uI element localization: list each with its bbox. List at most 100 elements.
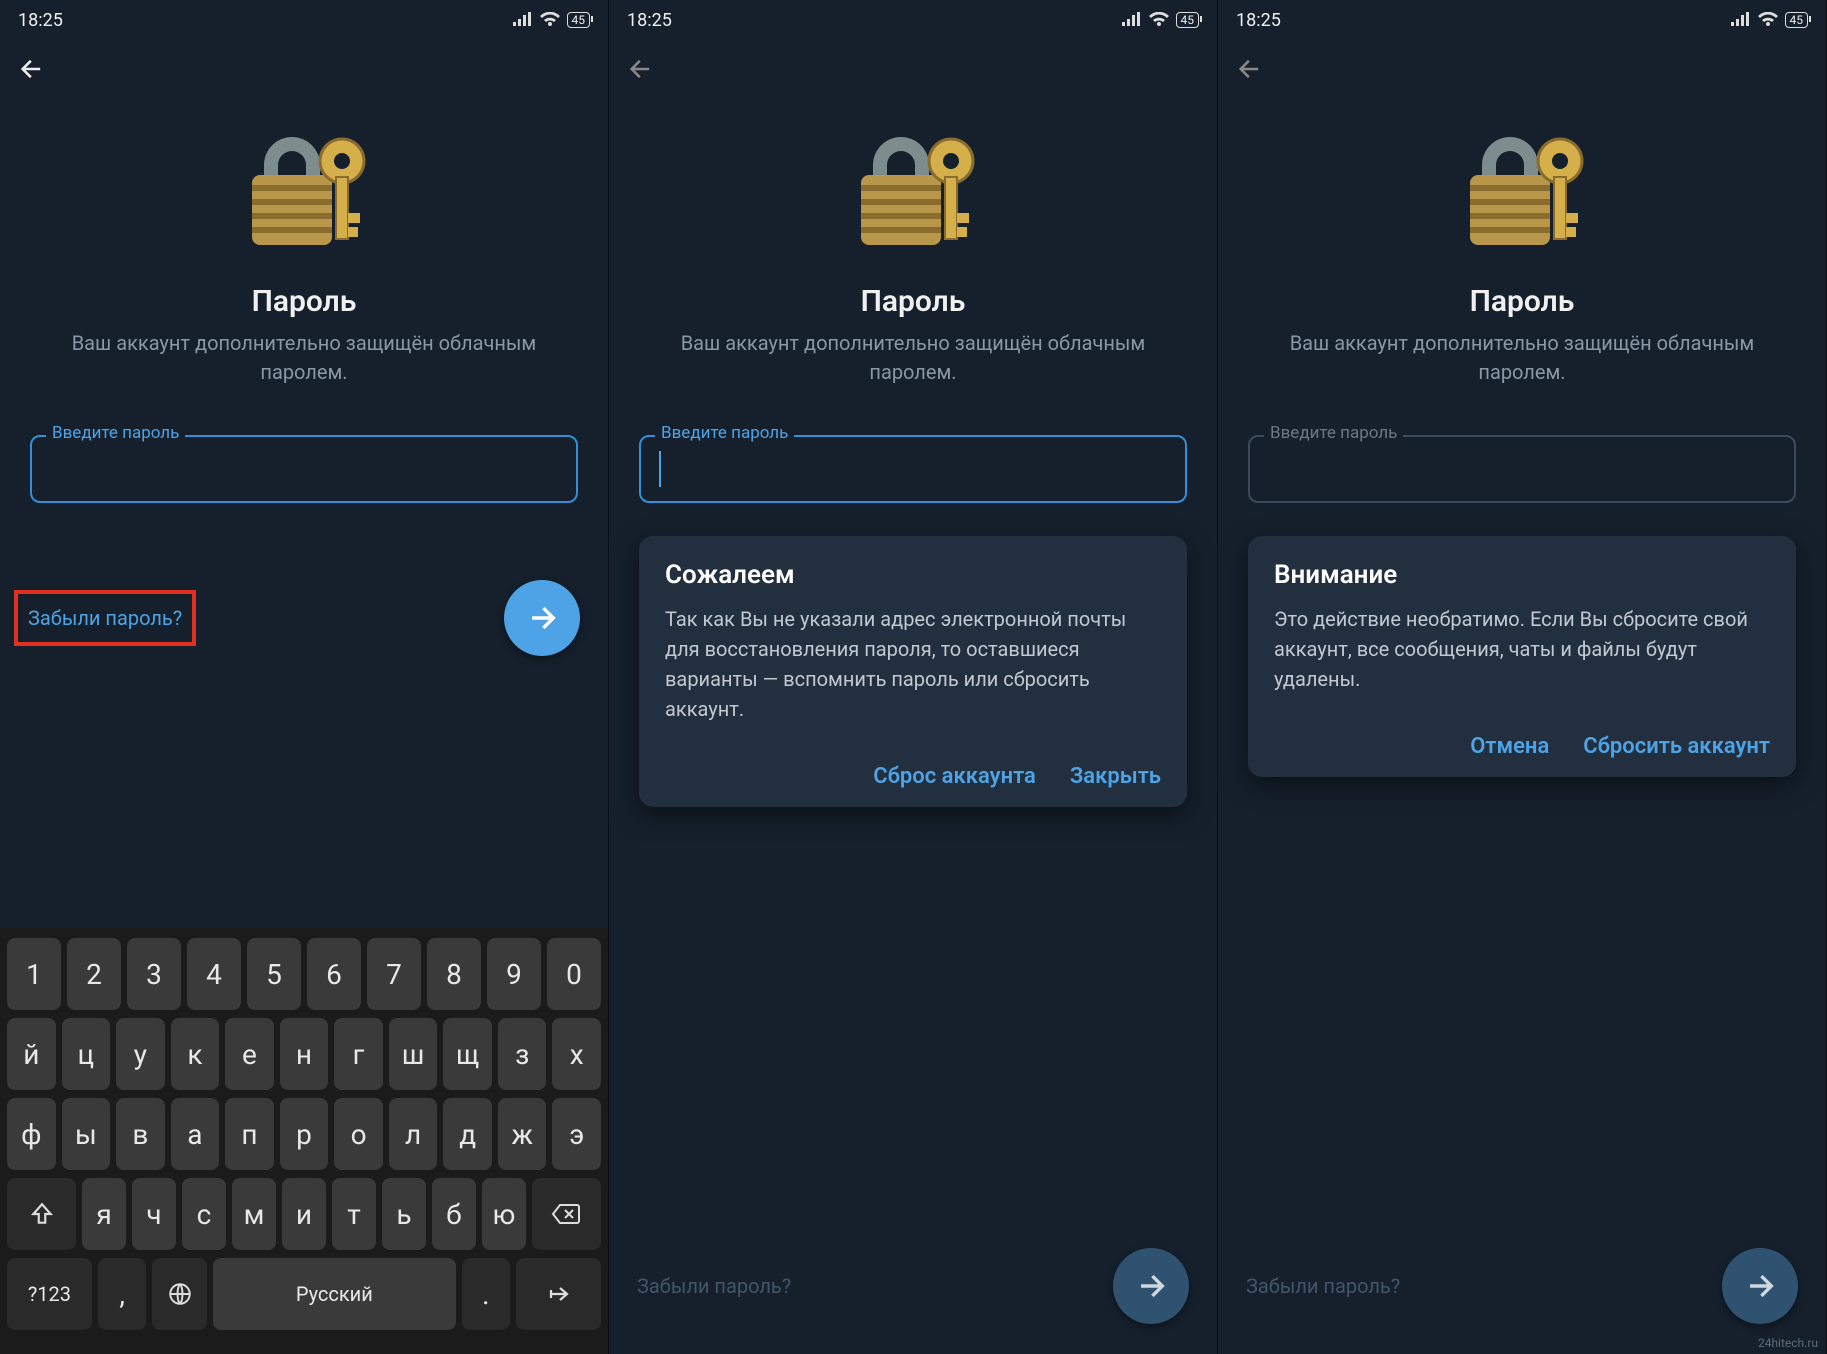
key-щ[interactable]: щ	[443, 1018, 492, 1090]
back-icon[interactable]	[1236, 55, 1264, 83]
battery-icon: 45	[1176, 12, 1200, 28]
key-а[interactable]: а	[171, 1098, 220, 1170]
key-е[interactable]: е	[225, 1018, 274, 1090]
status-icons: 45	[1729, 12, 1809, 28]
battery-icon: 45	[1785, 12, 1809, 28]
enter-icon	[544, 1282, 574, 1306]
screen-sorry-dialog: 18:25 45 Пароль Ваш аккаунт дополнительн…	[609, 0, 1218, 1354]
cancel-button[interactable]: Отмена	[1470, 734, 1549, 759]
lock-key-icon	[828, 100, 998, 270]
key-и[interactable]: и	[282, 1178, 326, 1250]
globe-key[interactable]	[152, 1258, 207, 1330]
enter-key[interactable]	[516, 1258, 601, 1330]
key-я[interactable]: я	[82, 1178, 126, 1250]
screen-warning-dialog: 18:25 45 Пароль Ваш аккаунт дополнительн…	[1218, 0, 1827, 1354]
dialog-body: Это действие необратимо. Если Вы сбросит…	[1274, 604, 1770, 694]
key-р[interactable]: р	[280, 1098, 329, 1170]
warning-dialog: Внимание Это действие необратимо. Если В…	[1248, 536, 1796, 777]
backspace-icon	[551, 1202, 581, 1226]
key-ц[interactable]: ц	[62, 1018, 111, 1090]
key-г[interactable]: г	[334, 1018, 383, 1090]
submit-fab[interactable]	[504, 580, 580, 656]
key-2[interactable]: 2	[67, 938, 121, 1010]
key-п[interactable]: п	[225, 1098, 274, 1170]
key-7[interactable]: 7	[367, 938, 421, 1010]
key-у[interactable]: у	[116, 1018, 165, 1090]
key-ы[interactable]: ы	[62, 1098, 111, 1170]
forgot-row: Забыли пароль?	[0, 580, 608, 656]
close-button[interactable]: Закрыть	[1070, 764, 1161, 789]
key-х[interactable]: х	[552, 1018, 601, 1090]
status-bar: 18:25 45	[1218, 0, 1826, 40]
shift-icon	[29, 1201, 55, 1227]
arrow-right-icon	[1134, 1269, 1168, 1303]
key-ф[interactable]: ф	[7, 1098, 56, 1170]
password-input[interactable]	[639, 435, 1187, 503]
forgot-password-link[interactable]: Забыли пароль?	[1246, 1274, 1400, 1298]
key-д[interactable]: д	[443, 1098, 492, 1170]
password-input-wrap: Введите пароль	[1248, 435, 1796, 503]
forgot-password-link[interactable]: Забыли пароль?	[637, 1274, 791, 1298]
reset-account-button[interactable]: Сбросить аккаунт	[1583, 734, 1770, 759]
key-4[interactable]: 4	[187, 938, 241, 1010]
key-1[interactable]: 1	[7, 938, 61, 1010]
key-с[interactable]: с	[182, 1178, 226, 1250]
wifi-icon	[1148, 12, 1170, 28]
key-0[interactable]: 0	[547, 938, 601, 1010]
key-й[interactable]: й	[7, 1018, 56, 1090]
forgot-password-link[interactable]: Забыли пароль?	[28, 606, 182, 630]
back-icon[interactable]	[18, 55, 46, 83]
virtual-keyboard: 1234567890 йцукенгшщзх фывапролджэ ячсми…	[0, 928, 608, 1354]
key-3[interactable]: 3	[127, 938, 181, 1010]
submit-fab[interactable]	[1722, 1248, 1798, 1324]
space-key[interactable]: Русский	[213, 1258, 456, 1330]
page-subtitle: Ваш аккаунт дополнительно защищён облачн…	[653, 329, 1173, 387]
key-8[interactable]: 8	[427, 938, 481, 1010]
dialog-title: Сожалеем	[665, 560, 1161, 590]
key-ь[interactable]: ь	[382, 1178, 426, 1250]
key-ш[interactable]: ш	[389, 1018, 438, 1090]
key-з[interactable]: з	[498, 1018, 547, 1090]
key-о[interactable]: о	[334, 1098, 383, 1170]
key-к[interactable]: к	[171, 1018, 220, 1090]
key-9[interactable]: 9	[487, 938, 541, 1010]
shift-key[interactable]	[7, 1178, 76, 1250]
hero: Пароль Ваш аккаунт дополнительно защищён…	[1218, 98, 1826, 387]
topbar	[1218, 40, 1826, 98]
status-time: 18:25	[18, 10, 63, 31]
dialog-body: Так как Вы не указали адрес электронной …	[665, 604, 1161, 724]
page-subtitle: Ваш аккаунт дополнительно защищён облачн…	[44, 329, 564, 387]
key-л[interactable]: л	[389, 1098, 438, 1170]
key-э[interactable]: э	[552, 1098, 601, 1170]
dialog-actions: Сброс аккаунта Закрыть	[665, 764, 1161, 789]
reset-account-button[interactable]: Сброс аккаунта	[873, 764, 1036, 789]
arrow-right-icon	[1743, 1269, 1777, 1303]
comma-key[interactable]: ,	[98, 1258, 147, 1330]
key-м[interactable]: м	[232, 1178, 276, 1250]
key-ю[interactable]: ю	[482, 1178, 526, 1250]
wifi-icon	[539, 12, 561, 28]
key-ч[interactable]: ч	[132, 1178, 176, 1250]
page-title: Пароль	[1470, 284, 1575, 319]
input-label: Введите пароль	[655, 423, 794, 443]
back-icon[interactable]	[627, 55, 655, 83]
password-input[interactable]	[30, 435, 578, 503]
key-т[interactable]: т	[332, 1178, 376, 1250]
backspace-key[interactable]	[532, 1178, 601, 1250]
key-5[interactable]: 5	[247, 938, 301, 1010]
password-input-wrap: Введите пароль	[30, 435, 578, 503]
key-6[interactable]: 6	[307, 938, 361, 1010]
submit-fab[interactable]	[1113, 1248, 1189, 1324]
forgot-row: Забыли пароль?	[1218, 1248, 1826, 1324]
symbols-key[interactable]: ?123	[7, 1258, 92, 1330]
key-ж[interactable]: ж	[498, 1098, 547, 1170]
key-н[interactable]: н	[280, 1018, 329, 1090]
signal-icon	[1120, 12, 1142, 28]
topbar	[609, 40, 1217, 98]
key-в[interactable]: в	[116, 1098, 165, 1170]
globe-icon	[167, 1281, 193, 1307]
password-input[interactable]	[1248, 435, 1796, 503]
key-б[interactable]: б	[432, 1178, 476, 1250]
password-input-wrap: Введите пароль	[639, 435, 1187, 503]
period-key[interactable]: .	[462, 1258, 511, 1330]
